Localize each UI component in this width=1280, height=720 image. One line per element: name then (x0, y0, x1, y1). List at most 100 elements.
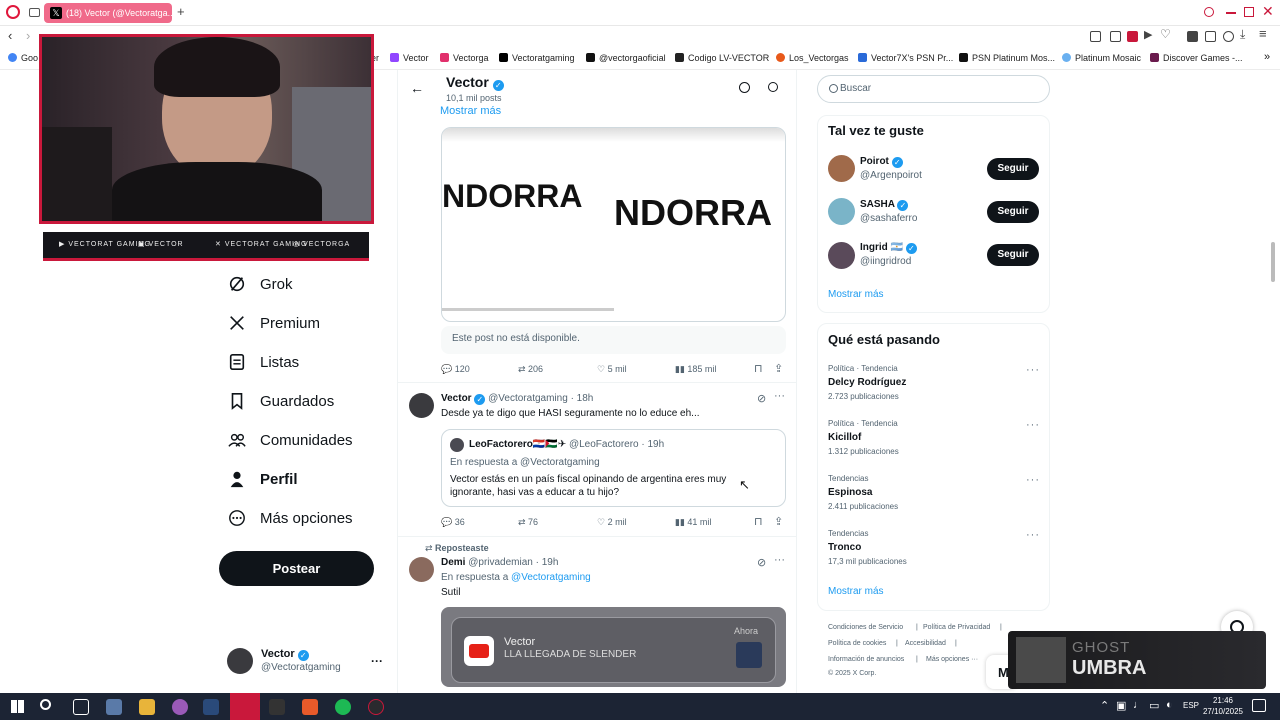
app-icon[interactable] (172, 699, 188, 715)
bookmark-item[interactable]: Vectorga (440, 53, 489, 63)
sidebar-item-grok[interactable]: Grok (228, 270, 293, 298)
footer-link[interactable]: Accesibilidad (905, 640, 946, 647)
grok-icon[interactable]: ⊘ (757, 556, 766, 569)
puzzle-icon[interactable] (1205, 31, 1216, 42)
play-icon[interactable]: ▶ (1144, 28, 1152, 41)
bookmark-item[interactable]: Platinum Mosaic (1062, 53, 1141, 63)
bookmark-item[interactable]: Los_Vectorgas (776, 53, 849, 63)
post-media[interactable]: Vector LLA LLEGADA DE SLENDER Ahora (441, 607, 786, 687)
trend-name[interactable]: Kicillof (828, 432, 861, 443)
bookmark-item[interactable]: Vector (390, 53, 429, 63)
reply-handle-link[interactable]: @Vectoratgaming (511, 572, 591, 583)
extension-icon[interactable] (1110, 31, 1121, 42)
grok-icon[interactable]: ⊘ (757, 392, 766, 405)
snapshot-icon[interactable] (1090, 31, 1101, 42)
suggestions-show-more[interactable]: Mostrar más (828, 289, 884, 300)
quote-tweet[interactable]: LeoFactorero🇵🇾🇵🇸✈ @LeoFactorero · 19h En… (441, 429, 786, 507)
tab-workspace-icon[interactable] (29, 8, 40, 17)
bookmark-item[interactable]: Vector7X's PSN Pr... (858, 53, 953, 63)
new-tab-button[interactable]: + (177, 4, 185, 19)
views-button[interactable]: ▮▮ 185 mil (675, 364, 716, 375)
microphone-icon[interactable]: ♩ (1133, 699, 1144, 711)
post-avatar[interactable] (409, 557, 434, 582)
search-tabs-icon[interactable] (1204, 7, 1214, 17)
menu-icon[interactable]: ≡ (1259, 26, 1267, 41)
bookmark-icon[interactable]: ⊓ (754, 362, 763, 375)
bookmark-item[interactable]: Vectoratgaming (499, 53, 575, 63)
trend-name[interactable]: Tronco (828, 542, 861, 553)
steam-icon[interactable] (203, 699, 219, 715)
post-media[interactable]: NDORRA NDORRA (441, 127, 786, 322)
spotify-icon[interactable] (335, 699, 351, 715)
repost-button[interactable]: ⇄ 76 (518, 517, 538, 528)
bookmark-icon[interactable]: ⊓ (754, 515, 763, 528)
browser-tab-active[interactable]: 𝕏 (18) Vector (@Vectoratga... (44, 3, 172, 23)
opera-taskbar-icon[interactable] (230, 693, 260, 720)
trend-more-icon[interactable]: ··· (1026, 419, 1040, 431)
volume-icon[interactable]: ◐ (1166, 699, 1173, 711)
follow-button[interactable]: Seguir (987, 201, 1039, 223)
maximize-button[interactable] (1244, 7, 1254, 17)
post-more-icon[interactable]: ··· (774, 554, 785, 566)
share-icon[interactable]: ⇪ (774, 515, 783, 528)
post-button[interactable]: Postear (219, 551, 374, 586)
sidebar-item-bookmarks[interactable]: Guardados (228, 387, 334, 415)
post-avatar[interactable] (409, 393, 434, 418)
bookmark-item[interactable]: @vectorgaoficial (586, 53, 666, 63)
minimize-button[interactable] (1226, 12, 1236, 14)
shield-icon[interactable] (1127, 31, 1138, 42)
suggestion-name[interactable]: Poirot ✓ (860, 156, 903, 168)
footer-link[interactable]: Política de cookies (828, 640, 886, 647)
follow-button[interactable]: Seguir (987, 244, 1039, 266)
obs-icon[interactable] (368, 699, 384, 715)
bookmark-item[interactable]: Goo (8, 53, 38, 63)
bookmark-item[interactable]: Discover Games -... (1150, 53, 1243, 63)
profile-icon[interactable] (1223, 31, 1234, 42)
trend-name[interactable]: Delcy Rodríguez (828, 377, 906, 388)
views-button[interactable]: ▮▮ 41 mil (675, 517, 711, 528)
sidebar-item-communities[interactable]: Comunidades (228, 426, 353, 454)
language-indicator[interactable]: ESP (1183, 701, 1199, 710)
post-more-icon[interactable]: ··· (774, 390, 785, 402)
sidebar-item-premium[interactable]: Premium (228, 309, 320, 337)
suggestion-avatar[interactable] (828, 198, 855, 225)
clock-time[interactable]: 21:46 (1206, 696, 1240, 705)
back-arrow-icon[interactable]: ← (410, 80, 424, 96)
opera-logo-icon[interactable] (6, 5, 20, 19)
show-more-link[interactable]: Mostrar más (440, 105, 501, 117)
suggestion-avatar[interactable] (828, 242, 855, 269)
download-icon[interactable]: ⤓ (1240, 27, 1245, 42)
trend-name[interactable]: Espinosa (828, 487, 872, 498)
suggestion-avatar[interactable] (828, 155, 855, 182)
account-more-icon[interactable]: ··· (371, 654, 383, 668)
footer-link[interactable]: Información de anuncios (828, 656, 904, 663)
footer-link[interactable]: Más opciones ··· (926, 656, 978, 663)
account-avatar[interactable] (227, 648, 253, 674)
back-icon[interactable]: ‹ (8, 28, 12, 43)
reply-button[interactable]: 💬 36 (441, 517, 465, 528)
display-icon[interactable]: ▭ (1149, 699, 1159, 712)
bookmark-item[interactable]: PSN Platinum Mos... (959, 53, 1055, 63)
search-field[interactable]: Buscar (817, 75, 1050, 103)
follow-button[interactable]: Seguir (987, 158, 1039, 180)
footer-link[interactable]: Política de Privacidad (923, 624, 990, 631)
task-view-icon[interactable] (73, 699, 89, 715)
file-explorer-icon[interactable] (139, 699, 155, 715)
bookmark-item[interactable]: Codigo LV-VECTOR (675, 53, 769, 63)
notifications-icon[interactable] (1252, 699, 1266, 712)
clock-date[interactable]: 27/10/2025 (1200, 707, 1246, 716)
brave-icon[interactable] (302, 699, 318, 715)
start-icon[interactable] (11, 700, 24, 713)
reply-button[interactable]: 💬 120 (441, 364, 470, 375)
scrollbar-thumb[interactable] (1271, 242, 1275, 282)
grok-icon[interactable] (739, 82, 750, 93)
sidebar-item-more[interactable]: Más opciones (228, 504, 353, 532)
app-icon[interactable] (269, 699, 285, 715)
trend-more-icon[interactable]: ··· (1026, 529, 1040, 541)
sidebar-item-profile[interactable]: Perfil (228, 465, 298, 493)
tray-chevron-icon[interactable]: ⌃ (1100, 699, 1109, 712)
search-icon[interactable] (40, 699, 51, 710)
account-switcher[interactable]: Vector ✓ (261, 648, 309, 661)
search-icon[interactable] (768, 82, 778, 92)
forward-icon[interactable]: › (26, 28, 30, 43)
